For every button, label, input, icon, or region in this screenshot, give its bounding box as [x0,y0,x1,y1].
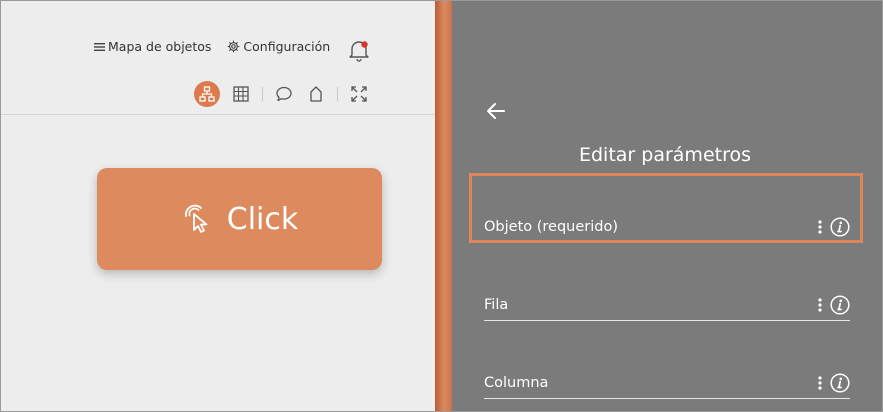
cursor-click-icon [184,204,208,233]
bell-icon [349,41,369,62]
hamburger-icon [94,42,105,51]
info-icon[interactable] [830,372,850,393]
param-column-field[interactable]: Columna [484,367,850,399]
tag-icon [310,86,322,102]
app-window: Mapa de objetos Configuración Click Edit… [0,0,883,412]
canvas-pane: Mapa de objetos Configuración Click [1,1,435,411]
click-action-block[interactable]: Click [97,168,382,270]
info-icon[interactable] [830,217,850,237]
kebab-icon [818,297,822,312]
toolbar-separator [337,87,338,101]
top-nav: Mapa de objetos Configuración [94,39,330,54]
flow-view-button[interactable] [194,81,220,107]
flow-diagram-icon [199,86,215,102]
param-label: Columna [484,374,549,391]
comments-button[interactable] [271,81,297,107]
gear-icon [227,40,240,53]
view-toolbar [194,80,372,108]
table-view-button[interactable] [228,81,254,107]
back-arrow-icon [487,103,505,119]
param-label: Objeto (requerido) [484,219,618,235]
click-action-label: Click [226,201,299,237]
fullscreen-button[interactable] [346,81,372,107]
settings-link[interactable]: Configuración [227,39,330,54]
pane-separator [435,1,452,411]
param-menu-button[interactable] [814,295,826,315]
param-actions [814,217,850,237]
kebab-icon [818,375,822,390]
param-actions [814,294,850,315]
toolbar-separator [262,87,263,101]
param-menu-button[interactable] [814,373,826,393]
param-menu-button[interactable] [814,217,826,237]
tags-button[interactable] [303,81,329,107]
table-grid-icon [233,86,249,102]
param-actions [814,372,850,393]
back-button[interactable] [484,99,508,123]
param-row-field[interactable]: Fila [484,289,850,321]
kebab-icon [818,220,822,234]
settings-label: Configuración [243,39,331,54]
param-object-field[interactable]: Objeto (requerido) [484,211,850,243]
comment-icon [276,86,292,102]
objects-map-link[interactable]: Mapa de objetos [94,39,211,54]
objects-map-label: Mapa de objetos [108,39,212,54]
toolbar-divider [1,114,435,115]
param-label: Fila [484,296,509,313]
expand-icon [351,86,367,102]
info-icon[interactable] [830,294,850,315]
panel-title: Editar parámetros [578,144,751,166]
edit-params-panel: Editar parámetros Objeto (requerido) Fil… [452,1,882,411]
notifications-button[interactable] [346,37,372,63]
